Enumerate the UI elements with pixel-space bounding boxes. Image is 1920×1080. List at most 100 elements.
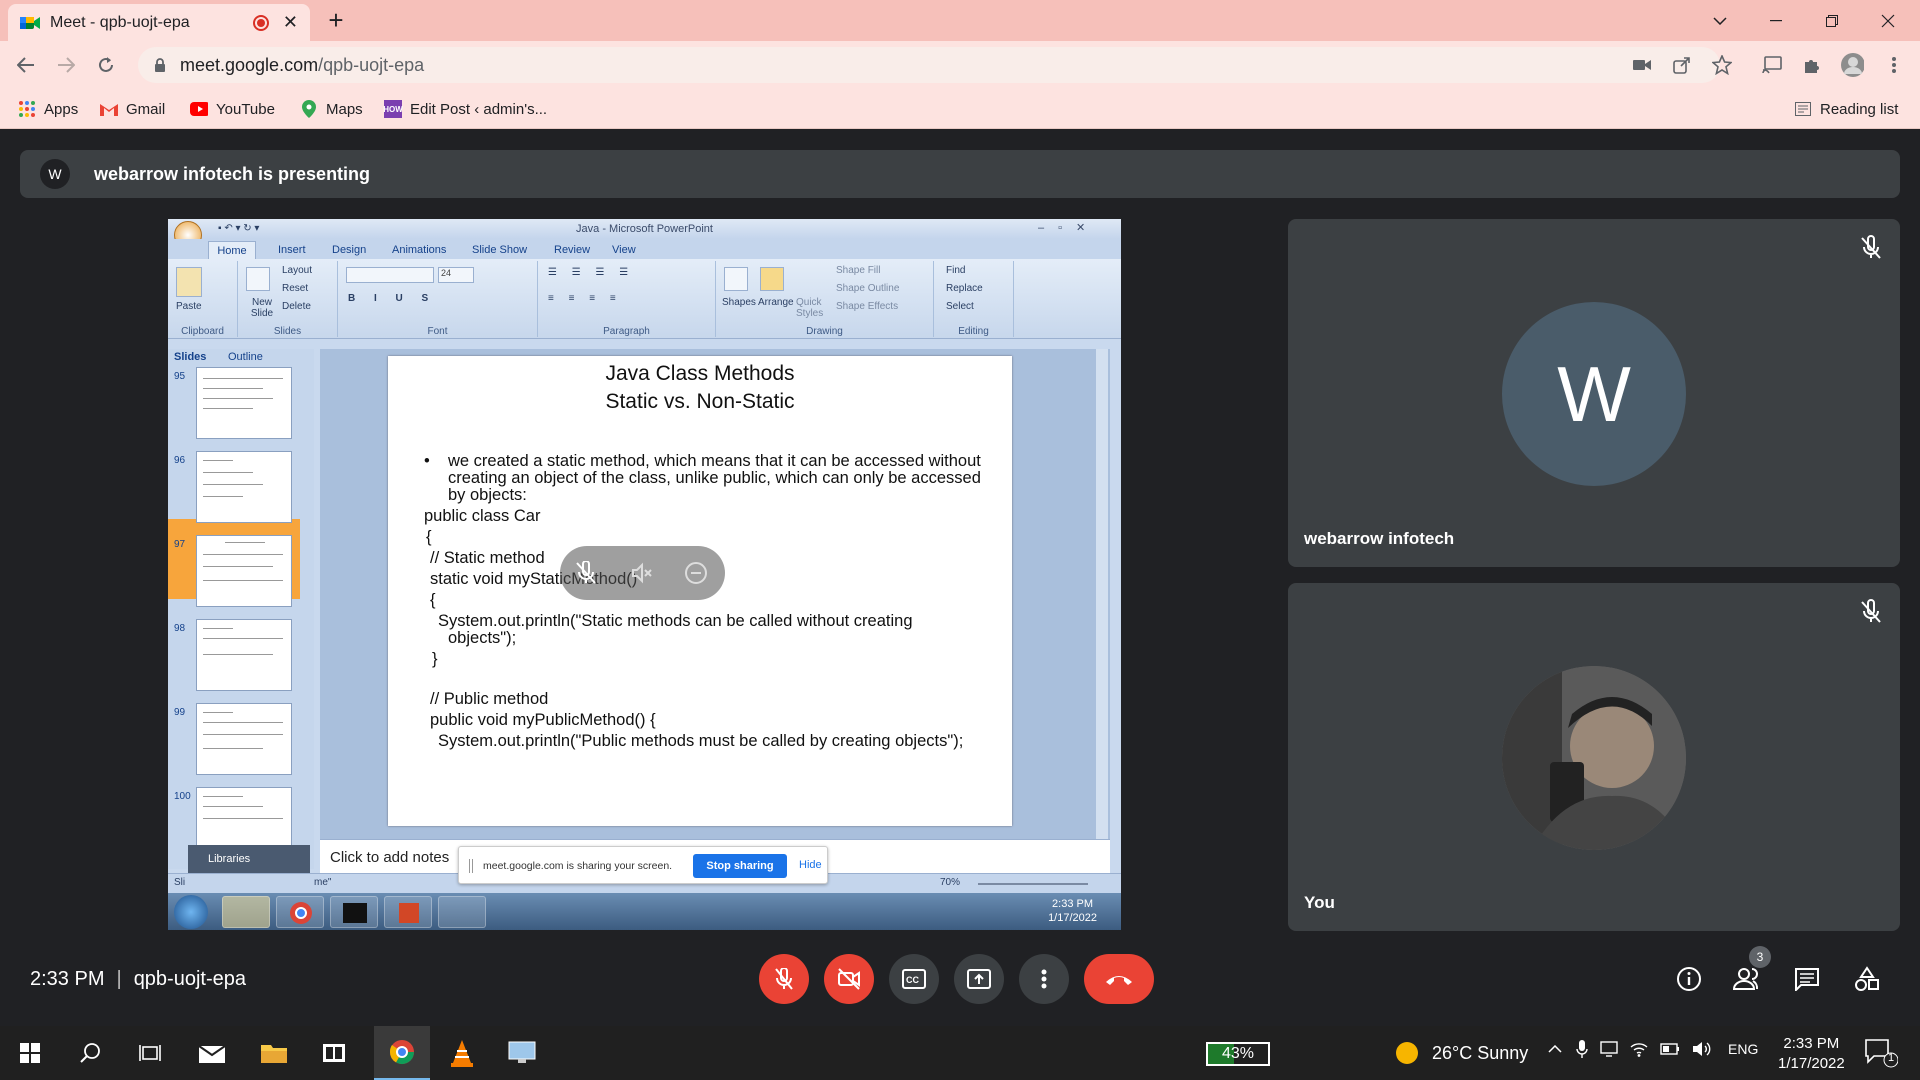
volume-icon[interactable] xyxy=(1692,1041,1712,1057)
bookmark-label: YouTube xyxy=(216,100,275,118)
present-now-button[interactable] xyxy=(954,954,1004,1004)
reload-button[interactable] xyxy=(90,49,122,81)
more-options-button[interactable] xyxy=(1019,954,1069,1004)
meet-area: W webarrow infotech is presenting Java -… xyxy=(0,129,1920,1026)
restore-button[interactable] xyxy=(1804,0,1860,41)
meeting-info-button[interactable] xyxy=(1672,962,1706,996)
task-view-button[interactable] xyxy=(122,1026,178,1080)
cast-icon[interactable] xyxy=(1760,53,1784,77)
windows-start-button[interactable] xyxy=(2,1026,58,1080)
microphone-icon[interactable] xyxy=(1576,1040,1588,1058)
bookmark-label: Apps xyxy=(44,100,79,118)
editor-scrollbar[interactable] xyxy=(1096,349,1108,839)
new-tab-button[interactable]: + xyxy=(320,6,352,36)
apps-grid-icon xyxy=(18,100,36,118)
tab-close-icon[interactable]: ✕ xyxy=(283,12,298,33)
shape-effects-label: Shape Effects xyxy=(836,301,899,312)
reading-list[interactable]: Reading list xyxy=(1794,98,1898,120)
activities-shapes-icon xyxy=(1854,966,1880,992)
avatar-photo xyxy=(1502,666,1686,850)
minimize-button[interactable] xyxy=(1748,0,1804,41)
select-label: Select xyxy=(946,301,974,312)
back-button[interactable] xyxy=(10,49,42,81)
file-explorer-app[interactable] xyxy=(246,1026,302,1080)
shape-outline-label: Shape Outline xyxy=(836,283,900,294)
mail-app[interactable] xyxy=(184,1026,240,1080)
chrome-app[interactable] xyxy=(374,1026,430,1080)
tab-search-chevron-icon[interactable] xyxy=(1692,0,1748,41)
chat-button[interactable] xyxy=(1790,962,1824,996)
slide-line: creating an object of the class, unlike … xyxy=(448,469,981,487)
search-button[interactable] xyxy=(62,1026,118,1080)
remote-desktop-app[interactable] xyxy=(494,1026,550,1080)
bookmark-edit-post[interactable]: HOW Edit Post ‹ admin's... xyxy=(383,98,547,120)
vlc-cone-icon xyxy=(449,1039,475,1067)
activities-button[interactable] xyxy=(1850,962,1884,996)
meeting-time: 2:33 PM xyxy=(30,968,105,990)
weather-widget[interactable]: 26°C Sunny xyxy=(1396,1042,1528,1064)
slide-line: objects"); xyxy=(448,629,517,647)
presenter-avatar: W xyxy=(40,159,70,189)
camera-toggle-button[interactable] xyxy=(824,954,874,1004)
display-icon[interactable] xyxy=(1600,1041,1618,1057)
bookmark-label: Maps xyxy=(326,100,363,118)
shapes-label: Shapes xyxy=(722,297,756,308)
wifi-icon[interactable] xyxy=(1630,1041,1648,1057)
language-indicator[interactable]: ENG xyxy=(1728,1041,1758,1057)
group-label: Font xyxy=(427,326,448,337)
profile-avatar-icon[interactable] xyxy=(1840,53,1864,77)
bookmark-youtube[interactable]: YouTube xyxy=(190,98,275,120)
remove-icon[interactable] xyxy=(684,561,708,585)
avatar: W xyxy=(1502,302,1686,486)
participant-tile-you[interactable]: You xyxy=(1288,583,1900,931)
leave-call-button[interactable] xyxy=(1084,954,1154,1004)
group-label: Clipboard xyxy=(181,326,224,337)
app-dark-button[interactable] xyxy=(306,1026,362,1080)
slide-line: { xyxy=(430,591,436,609)
pane-tab-outline: Outline xyxy=(228,351,263,363)
slide-thumbnail xyxy=(196,703,292,775)
quick-access-toolbar: ▪ ↶ ▾ ↻ ▾ xyxy=(218,223,260,234)
bookmark-maps[interactable]: Maps xyxy=(300,98,363,120)
mic-off-icon[interactable] xyxy=(574,561,598,585)
ppt-tab-design: Design xyxy=(332,244,367,256)
camera-in-use-icon[interactable] xyxy=(1630,53,1654,77)
ppt-ribbon-tabs: Home Insert Design Animations Slide Show… xyxy=(168,239,1121,259)
bookmark-star-icon[interactable] xyxy=(1710,53,1734,77)
muted-mic-icon xyxy=(1858,235,1884,261)
slide-line: public class Car xyxy=(424,507,541,525)
notification-center-button[interactable]: 1 xyxy=(1864,1038,1904,1068)
layout-label: Layout xyxy=(282,265,313,276)
extensions-puzzle-icon[interactable] xyxy=(1800,53,1824,77)
vlc-app[interactable] xyxy=(434,1026,490,1080)
slide-thumbnail xyxy=(196,619,292,691)
share-page-icon[interactable] xyxy=(1670,53,1694,77)
meeting-code: qpb-uojt-epa xyxy=(133,968,246,990)
browser-tab-meet[interactable]: Meet - qpb-uojt-epa ✕ xyxy=(8,4,310,41)
close-window-button[interactable] xyxy=(1860,0,1916,41)
forward-button[interactable] xyxy=(50,49,82,81)
chevron-up-icon[interactable] xyxy=(1548,1045,1562,1053)
paste-icon xyxy=(176,267,202,297)
present-screen-icon xyxy=(967,969,991,989)
captions-button[interactable]: CC xyxy=(889,954,939,1004)
bookmark-gmail[interactable]: Gmail xyxy=(100,98,165,120)
notification-icon xyxy=(1864,1038,1904,1068)
battery-icon[interactable] xyxy=(1660,1043,1680,1055)
replace-label: Replace xyxy=(946,283,983,294)
microphone-toggle-button[interactable] xyxy=(759,954,809,1004)
floating-media-controls xyxy=(560,546,725,600)
chat-icon xyxy=(1794,967,1820,991)
taskbar-clock[interactable]: 2:33 PM 1/17/2022 xyxy=(1778,1034,1845,1074)
participant-name: webarrow infotech xyxy=(1304,529,1455,548)
font-format-buttons: B I U S xyxy=(348,293,437,304)
battery-indicator[interactable]: 43% xyxy=(1206,1042,1270,1066)
bookmark-apps[interactable]: Apps xyxy=(18,98,78,120)
address-bar[interactable]: meet.google.com/qpb-uojt-epa xyxy=(138,47,1720,83)
notification-count: 1 xyxy=(1888,1052,1895,1064)
win7-time: 2:33 PM xyxy=(1052,898,1094,910)
find-label: Find xyxy=(946,265,966,276)
audio-off-icon[interactable] xyxy=(630,561,654,585)
chrome-menu-icon[interactable] xyxy=(1882,53,1906,77)
participant-tile-webarrow[interactable]: W webarrow infotech xyxy=(1288,219,1900,567)
